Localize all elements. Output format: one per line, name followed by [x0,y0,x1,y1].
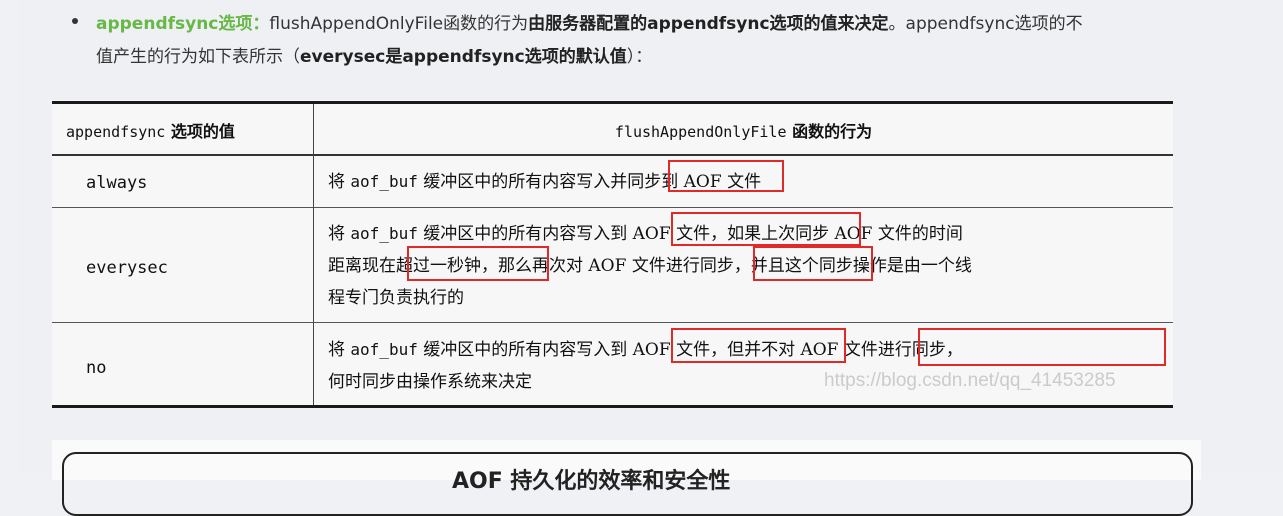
paragraph-text: flushAppendOnlyFile函数的行为 [269,14,529,34]
table-bottom-rule [52,405,1173,408]
figure-title: AOF 持久化的效率和安全性 [452,469,731,494]
paragraph-text: 值产生的行为如下表所示（ [96,47,300,67]
paragraph: appendfsync选项：flushAppendOnlyFile函数的行为由服… [96,8,1283,74]
paragraph-text: 。appendfsync选项的不 [888,14,1083,34]
option-label: appendfsync选项： [96,14,270,34]
paragraph-text: ）： [626,47,653,67]
row-value-everysec: everysec [86,258,168,278]
row-desc-everysec: 将 aof_buf 缓冲区中的所有内容写入到 AOF 文件，如果上次同步 AOF… [328,224,972,308]
row-desc-always: 将 aof_buf 缓冲区中的所有内容写入并同步到 AOF 文件 [328,172,762,192]
table-column-divider [313,104,314,405]
header-function-behavior: flushAppendOnlyFile 函数的行为 [614,122,873,141]
paragraph-bold: 由服务器配置的appendfsync选项的值来决定 [528,14,889,34]
table-header-divider [52,154,1173,156]
table-row-divider [52,207,1173,208]
table-row-divider [52,322,1173,323]
row-value-no: no [86,358,107,378]
list-bullet [72,18,78,24]
next-figure-image: AOF 持久化的效率和安全性 [52,440,1201,516]
table-top-rule [52,101,1173,104]
row-value-always: always [86,173,148,193]
header-option-value: appendfsync 选项的值 [66,122,235,141]
paragraph-bold: everysec是appendfsync选项的默认值 [300,47,627,67]
watermark: https://blog.csdn.net/qq_41453285 [824,370,1116,391]
appendfsync-table-image: appendfsync 选项的值 flushAppendOnlyFile 函数的… [52,100,1173,408]
